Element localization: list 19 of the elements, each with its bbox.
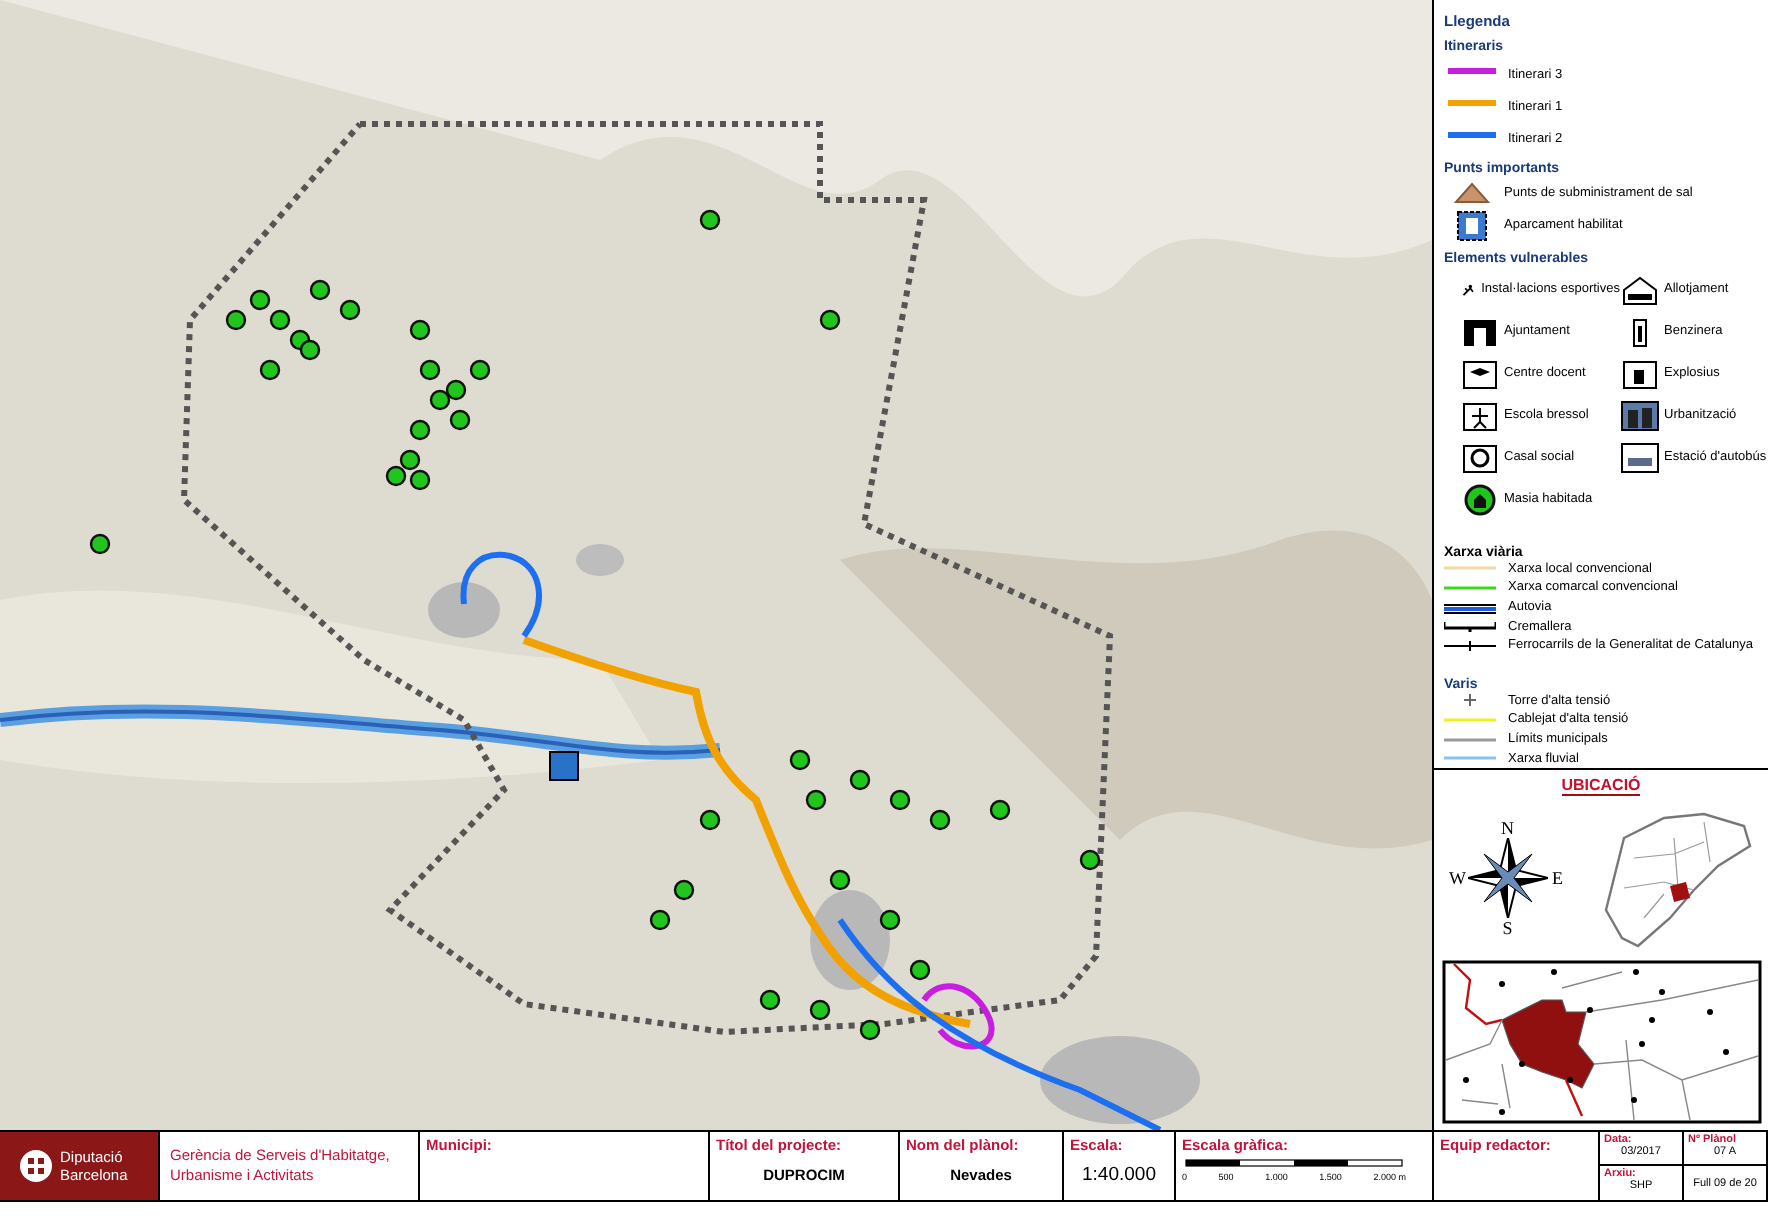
railway-line-icon	[1444, 637, 1496, 654]
buildings-icon	[1620, 399, 1660, 432]
highway-line-icon	[1444, 599, 1496, 616]
compass-south-label: S	[1502, 918, 1513, 938]
field-value: 1:40.000	[1082, 1164, 1156, 1186]
compass-east-label: E	[1552, 868, 1563, 888]
parking-icon	[1452, 209, 1492, 242]
compass-north-label: N	[1501, 818, 1514, 838]
house-marker-icon	[1460, 483, 1500, 516]
location-title: UBICACIÓ	[1561, 776, 1641, 796]
compass-rose-icon	[1467, 838, 1548, 918]
building-icon	[1460, 315, 1500, 348]
scale-bar-icon	[1182, 1154, 1406, 1170]
emblem-icon	[20, 1150, 52, 1182]
child-icon	[1460, 399, 1500, 432]
rack-railway-icon	[1444, 618, 1496, 635]
house-icon	[1620, 273, 1660, 306]
compass-west-label: W	[1449, 868, 1466, 888]
tower-icon	[1464, 694, 1476, 707]
